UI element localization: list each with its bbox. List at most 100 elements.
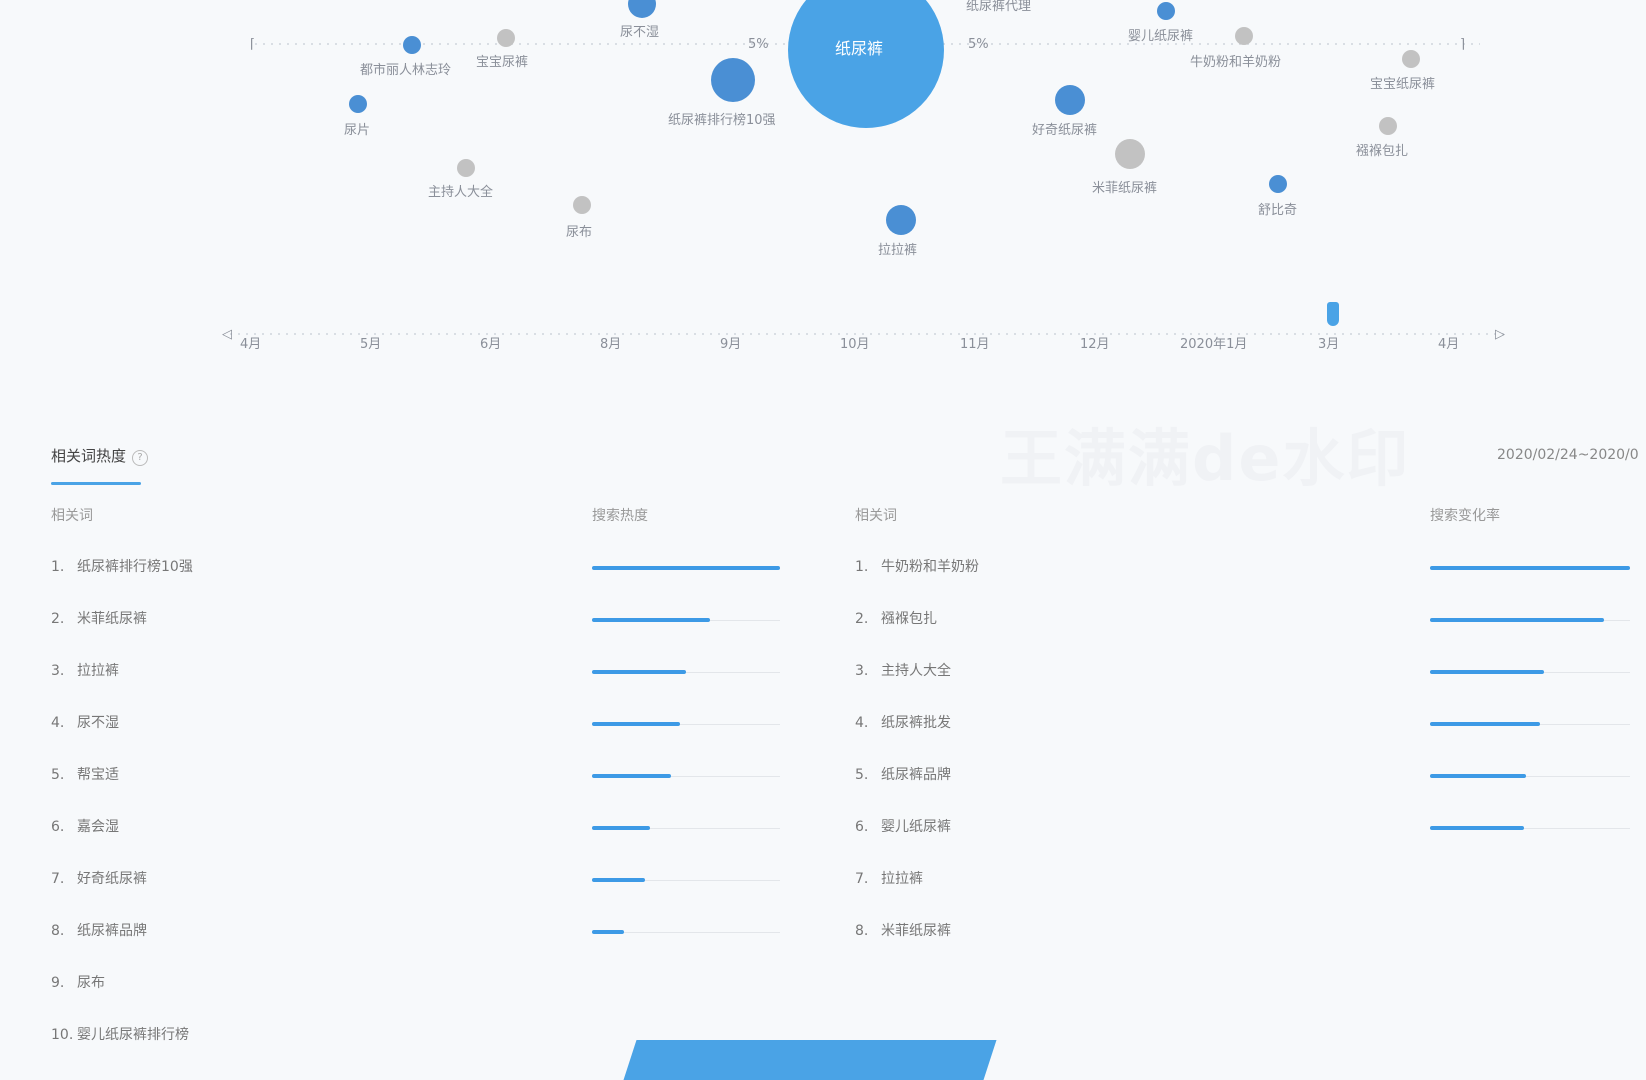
timeline-tick-1[interactable]: 5月 <box>360 337 381 352</box>
list-item-index: 8. <box>51 923 65 939</box>
watermark: 王满满de水印 <box>1000 422 1411 495</box>
left-list-item[interactable]: 6. 嘉会湿 <box>51 816 119 840</box>
bubble-9[interactable] <box>1115 139 1145 169</box>
bar-fill <box>1430 566 1630 570</box>
left-bracket-icon: ⌈ <box>250 37 255 52</box>
list-item-index: 3. <box>51 663 65 679</box>
timeline-tick-7[interactable]: 12月 <box>1080 337 1110 352</box>
bar-fill <box>1430 826 1524 830</box>
bubble-4[interactable] <box>349 95 367 113</box>
bubble-2[interactable] <box>1157 2 1175 20</box>
bottom-chart-segment <box>623 1040 997 1080</box>
timeline-tick-3[interactable]: 8月 <box>600 337 621 352</box>
bubble-0[interactable] <box>403 36 421 54</box>
bar-fill <box>1430 618 1604 622</box>
list-item-index: 5. <box>855 767 869 783</box>
left-list-item[interactable]: 8. 纸尿裤品牌 <box>51 920 147 944</box>
bar-fill <box>592 774 671 778</box>
bubble-label-3: 牛奶粉和羊奶粉 <box>1190 54 1281 70</box>
left-list-item[interactable]: 4. 尿不湿 <box>51 712 119 736</box>
left-list-item[interactable]: 9. 尿布 <box>51 972 105 996</box>
bubble-label-1: 宝宝尿裤 <box>476 55 528 70</box>
bubble-6[interactable] <box>1055 85 1085 115</box>
bubble-12[interactable] <box>1269 175 1287 193</box>
list-item-index: 2. <box>51 611 65 627</box>
list-item-word: 米菲纸尿裤 <box>77 611 147 627</box>
bubble-8[interactable] <box>457 159 475 177</box>
bubble-label-10: 襁褓包扎 <box>1356 143 1408 159</box>
bubble-11[interactable] <box>573 196 591 214</box>
bar-fill <box>592 566 780 570</box>
timeline-tick-9[interactable]: 3月 <box>1318 337 1339 352</box>
right-list-item[interactable]: 7. 拉拉裤 <box>855 868 923 892</box>
bubble-label-7: 宝宝纸尿裤 <box>1370 77 1435 92</box>
right-list-item[interactable]: 8. 米菲纸尿裤 <box>855 920 951 944</box>
bubble-label-12: 舒比奇 <box>1258 202 1297 218</box>
bubble-label-8: 主持人大全 <box>428 184 493 200</box>
active-tab-indicator <box>51 482 141 485</box>
timeline-tick-5[interactable]: 10月 <box>840 337 870 352</box>
bubble-label-5: 纸尿裤排行榜10强 <box>668 112 776 128</box>
bubble-3[interactable] <box>1235 27 1253 45</box>
right-list-item[interactable]: 2. 襁褓包扎 <box>855 608 937 632</box>
list-item-word: 拉拉裤 <box>77 663 119 679</box>
bar-fill <box>592 878 645 882</box>
bubble-1[interactable] <box>497 29 515 47</box>
left-list-item[interactable]: 10. 婴儿纸尿裤排行榜 <box>51 1024 189 1048</box>
timeline-handle[interactable] <box>1327 302 1339 326</box>
right-list-item[interactable]: 6. 婴儿纸尿裤 <box>855 816 951 840</box>
panel-title-text: 相关词热度 <box>51 447 127 465</box>
list-item-word: 主持人大全 <box>881 663 951 679</box>
question-circle-icon[interactable]: ? <box>132 450 149 466</box>
right-list-item[interactable]: 5. 纸尿裤品牌 <box>855 764 951 788</box>
right-col-metric-header: 搜索变化率 <box>1430 508 1500 524</box>
right-list-item[interactable]: 1. 牛奶粉和羊奶粉 <box>855 556 979 580</box>
list-item-word: 米菲纸尿裤 <box>881 923 951 939</box>
bubble-label-0: 都市丽人林志玲 <box>360 62 451 78</box>
right-bracket-icon: ⌉ <box>1460 37 1465 52</box>
timeline-tick-6[interactable]: 11月 <box>960 337 990 352</box>
right-list-item[interactable]: 3. 主持人大全 <box>855 660 951 684</box>
related-words-bubble-chart: ⌈ ⌉ 5% 5% 尿不湿 纸尿裤代理 纸尿裤 都市丽人林志玲 宝宝尿裤 婴儿纸尿裤… <box>222 0 1510 352</box>
list-item-index: 4. <box>51 715 65 731</box>
timeline-left-arrow-icon[interactable]: ◁ <box>222 327 232 342</box>
left-col-metric-header: 搜索热度 <box>592 508 648 524</box>
bubble-7[interactable] <box>1402 50 1420 68</box>
bubble-13[interactable] <box>886 205 916 235</box>
list-item-index: 6. <box>855 819 869 835</box>
list-item-word: 婴儿纸尿裤排行榜 <box>77 1027 189 1043</box>
bar-fill <box>592 930 624 934</box>
panel-title[interactable]: 相关词热度? <box>51 445 149 466</box>
side-tick-right: 5% <box>968 37 989 52</box>
list-item-word: 拉拉裤 <box>881 871 923 887</box>
side-tick-left: 5% <box>748 37 769 52</box>
list-item-index: 1. <box>855 559 869 575</box>
timeline-tick-10[interactable]: 4月 <box>1438 337 1459 352</box>
list-item-word: 帮宝适 <box>77 767 119 783</box>
left-list-item[interactable]: 2. 米菲纸尿裤 <box>51 608 147 632</box>
bubble-top-left[interactable] <box>628 0 656 18</box>
right-col-word-header: 相关词 <box>855 508 897 524</box>
timeline-right-arrow-icon[interactable]: ▷ <box>1495 327 1505 342</box>
list-item-word: 好奇纸尿裤 <box>77 871 147 887</box>
bubble-10[interactable] <box>1379 117 1397 135</box>
timeline-tick-8[interactable]: 2020年1月 <box>1180 337 1247 352</box>
timeline-tick-0[interactable]: 4月 <box>240 337 261 352</box>
timeline-tick-2[interactable]: 6月 <box>480 337 501 352</box>
timeline-tick-4[interactable]: 9月 <box>720 337 741 352</box>
left-list-item[interactable]: 1. 纸尿裤排行榜10强 <box>51 556 193 580</box>
list-item-index: 5. <box>51 767 65 783</box>
list-item-word: 襁褓包扎 <box>881 611 937 627</box>
left-list-item[interactable]: 5. 帮宝适 <box>51 764 119 788</box>
bubble-label-2: 婴儿纸尿裤 <box>1128 29 1193 44</box>
left-list-item[interactable]: 3. 拉拉裤 <box>51 660 119 684</box>
list-item-word: 纸尿裤品牌 <box>77 923 147 939</box>
main-bubble[interactable] <box>788 0 944 128</box>
list-item-index: 6. <box>51 819 65 835</box>
bar-fill <box>1430 774 1526 778</box>
right-list-item[interactable]: 4. 纸尿裤批发 <box>855 712 951 736</box>
bar-fill <box>592 722 681 726</box>
list-item-index: 8. <box>855 923 869 939</box>
left-list-item[interactable]: 7. 好奇纸尿裤 <box>51 868 147 892</box>
bubble-5[interactable] <box>711 58 755 102</box>
